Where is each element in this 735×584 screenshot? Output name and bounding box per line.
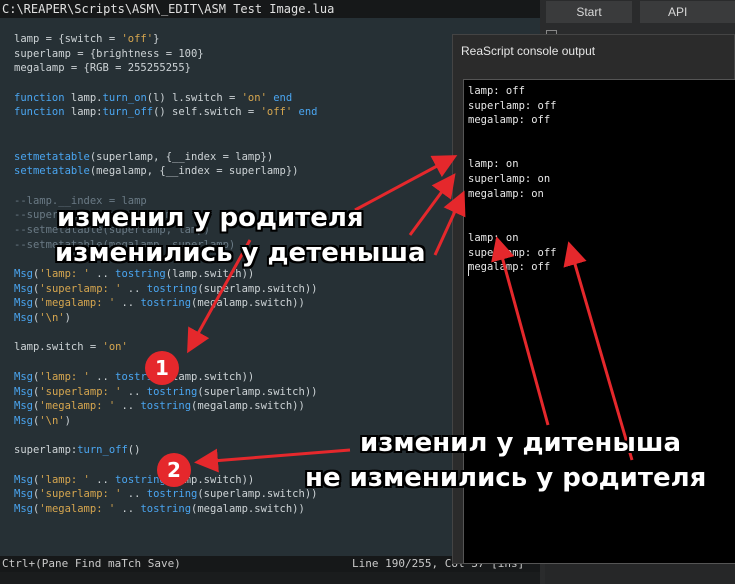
- code-line: Msg('lamp: ' .. tostring(lamp.switch)): [14, 268, 255, 280]
- code-line: Msg('superlamp: ' .. tostring(superlamp.…: [14, 385, 318, 398]
- code-line: function lamp.turn_on(l) l.switch = 'on'…: [14, 91, 293, 104]
- console-line: lamp: on: [468, 158, 519, 171]
- console-text: lamp: off superlamp: off megalamp: off lam…: [468, 84, 557, 275]
- editor-title-bar: C:\REAPER\Scripts\ASM\_EDIT\ASM Test Ima…: [0, 0, 540, 18]
- code-line: megalamp = {RGB = 255255255}: [14, 62, 192, 75]
- console-line: lamp: on: [468, 231, 519, 244]
- code-line: Msg('megalamp: ' .. tostring(megalamp.sw…: [14, 400, 305, 413]
- console-line: lamp: off: [468, 85, 525, 97]
- annotation-children-changed: изменились у детеныша: [55, 238, 426, 268]
- code-line: Msg('superlamp: ' .. tostring(superlamp.…: [14, 488, 318, 501]
- text-cursor: [468, 264, 469, 276]
- console-line: superlamp: on: [468, 173, 551, 186]
- code-line: lamp = {switch = 'off'}: [14, 33, 160, 45]
- tab-start[interactable]: Start: [546, 1, 632, 23]
- annotation-child-changed: изменил у дитеныша: [360, 428, 682, 458]
- annotation-parent-not-changed: не изменились у родителя: [305, 463, 707, 493]
- console-line: superlamp: off: [468, 99, 557, 112]
- console-line: superlamp: off: [468, 246, 557, 259]
- code-line: setmetatable(superlamp, {__index = lamp}…: [14, 150, 274, 163]
- code-line: Msg('\n'): [14, 312, 71, 325]
- console-title: ReaScript console output: [461, 44, 596, 58]
- tab-api[interactable]: API: [640, 1, 735, 23]
- console-line: megalamp: on: [468, 187, 544, 200]
- code-line: Msg('\n'): [14, 414, 71, 427]
- status-shortcuts: Ctrl+(Pane Find maTch Save): [2, 557, 181, 570]
- console-line: megalamp: off: [468, 114, 551, 127]
- annotation-parent-changed: изменил у родителя: [57, 203, 364, 233]
- step-badge-1: 1: [145, 351, 179, 385]
- code-line: Msg('superlamp: ' .. tostring(superlamp.…: [14, 282, 318, 295]
- code-line: Msg('megalamp: ' .. tostring(megalamp.sw…: [14, 503, 305, 515]
- code-line: superlamp = {brightness = 100}: [14, 47, 204, 60]
- code-line: function lamp:turn_off() self.switch = '…: [14, 106, 318, 119]
- code-line: Msg('megalamp: ' .. tostring(megalamp.sw…: [14, 297, 305, 310]
- console-line: megalamp: off: [468, 261, 551, 274]
- step-badge-2: 2: [157, 453, 191, 487]
- code-area[interactable]: lamp = {switch = 'off'} superlamp = {brig…: [14, 32, 317, 517]
- horizontal-scrollbar[interactable]: [0, 572, 540, 584]
- code-line: setmetatable(megalamp, {__index = superl…: [14, 165, 299, 178]
